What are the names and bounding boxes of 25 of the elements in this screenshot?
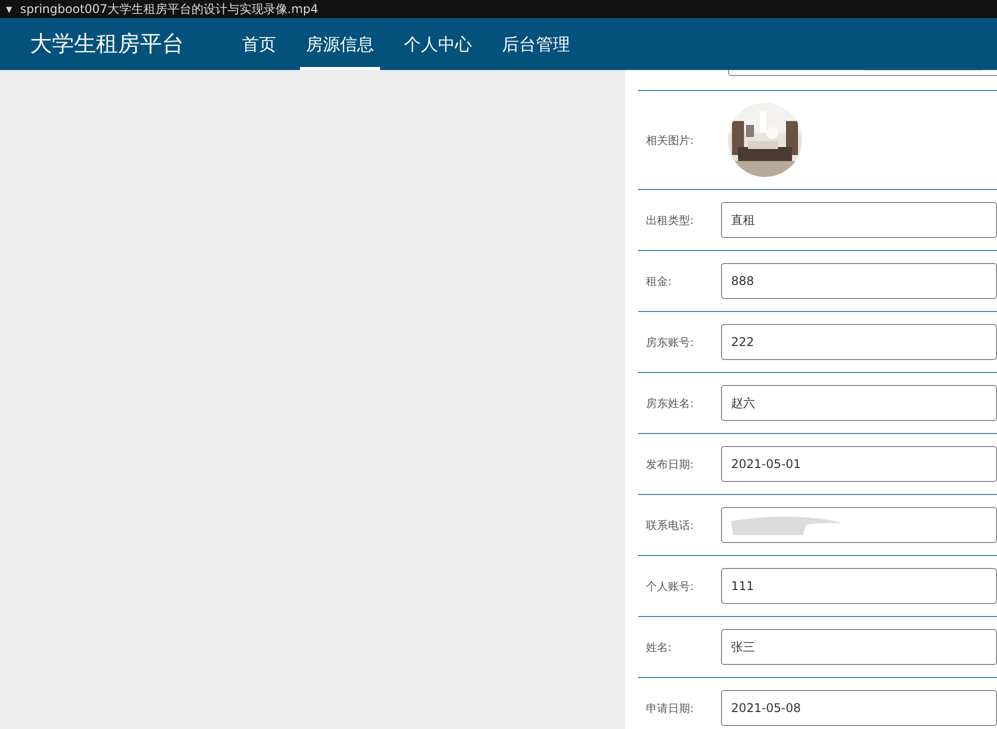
nav-link[interactable]: 后台管理 <box>496 18 576 70</box>
field-label: 发布日期: <box>645 456 695 472</box>
field-label: 姓名: <box>645 640 673 654</box>
input-field[interactable]: 赵六 <box>721 385 997 421</box>
field-label: 相关图片: <box>645 132 695 148</box>
nav-link[interactable]: 首页 <box>236 18 282 70</box>
input-field[interactable]: 111 <box>721 568 997 604</box>
field-label: 个人账号: <box>645 578 695 594</box>
input-field[interactable]: 张三 <box>721 629 997 665</box>
input-field[interactable]: 2021-05-08 <box>721 690 997 726</box>
input-field[interactable]: 222 <box>721 324 997 360</box>
input-field[interactable]: 2021-05-01 <box>721 446 997 482</box>
field-label: 联系电话: <box>645 518 695 532</box>
collapse-icon[interactable]: ▼ <box>6 4 12 14</box>
nav-link[interactable]: 房源信息 <box>300 18 380 70</box>
field-label: 房东姓名: <box>645 396 695 410</box>
input-field[interactable]: 直租 <box>721 202 997 238</box>
input-field[interactable]: 888 <box>721 263 997 299</box>
field-label: 出租类型: <box>645 212 695 228</box>
field-label: 房东账号: <box>645 334 695 350</box>
site-logo[interactable]: 大学生租房平台 <box>30 18 184 70</box>
nav-link[interactable]: 个人中心 <box>398 18 478 70</box>
field-label: 申请日期: <box>645 700 695 716</box>
video-title: springboot007大学生租房平台的设计与实现录像.mp4 <box>20 0 318 18</box>
field-label: 租金: <box>645 274 673 288</box>
